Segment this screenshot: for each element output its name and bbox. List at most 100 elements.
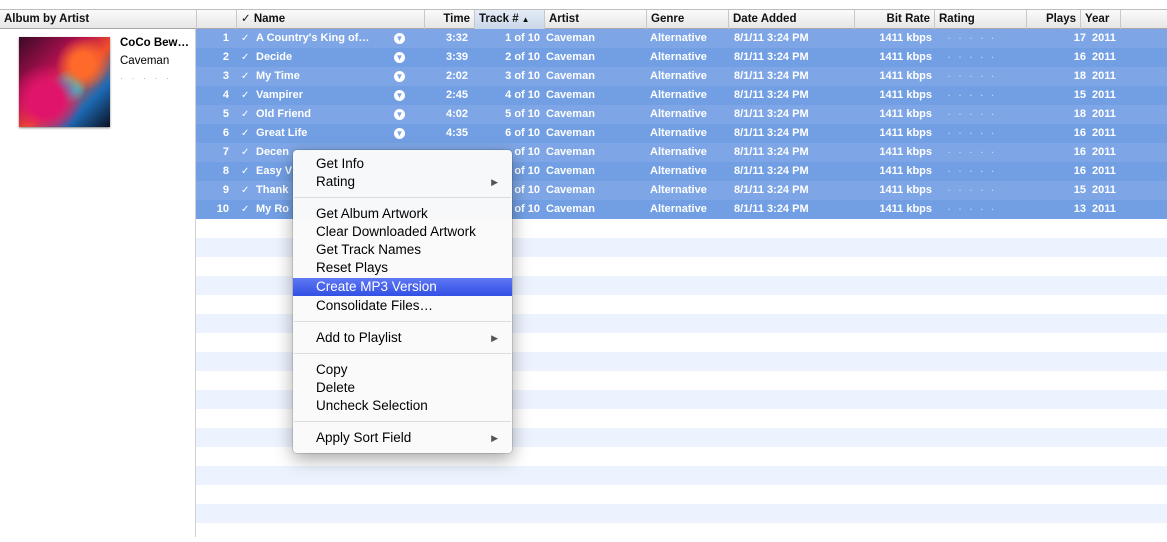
track-date-cell: 8/1/11 3:24 PM xyxy=(734,203,809,215)
track-row[interactable]: 3 ✓ My Time ▼ 2:02 3 of 10 Caveman Alternative 8… xyxy=(196,67,1167,86)
column-header-bar: Album by Artist ✓ Name Time Track # ▲ Art… xyxy=(0,9,1167,29)
menu-separator xyxy=(294,321,511,322)
menu-item-apply-sort-field-label: Apply Sort Field xyxy=(316,430,412,445)
column-year[interactable]: Year xyxy=(1080,10,1120,29)
column-track-number[interactable]: Track # ▲ xyxy=(474,10,544,29)
track-rating-cell[interactable]: · · · · · xyxy=(948,143,1028,162)
column-name-label: Name xyxy=(253,13,286,25)
track-time-cell: 4:35 xyxy=(445,127,468,139)
track-genre-cell: Alternative xyxy=(650,51,707,63)
track-rating-cell[interactable]: · · · · · xyxy=(948,67,1028,86)
track-date-cell: 8/1/11 3:24 PM xyxy=(734,184,809,196)
column-name[interactable]: ✓ Name xyxy=(236,10,424,29)
track-rating-cell[interactable]: · · · · · xyxy=(948,124,1028,143)
column-bit-rate[interactable]: Bit Rate xyxy=(854,10,934,29)
track-plays-cell: 15 xyxy=(1073,184,1086,196)
column-rating[interactable]: Rating xyxy=(934,10,1026,29)
track-check-icon[interactable]: ✓ xyxy=(241,143,253,162)
column-artist[interactable]: Artist xyxy=(544,10,646,29)
track-check-icon[interactable]: ✓ xyxy=(241,86,253,105)
menu-separator xyxy=(294,197,511,198)
track-genre-cell: Alternative xyxy=(650,165,707,177)
track-row[interactable]: 5 ✓ Old Friend ▼ 4:02 5 of 10 Caveman Alternati… xyxy=(196,105,1167,124)
track-genre-cell: Alternative xyxy=(650,70,707,82)
album-rating[interactable]: · · · · · xyxy=(120,73,172,83)
track-check-icon[interactable]: ✓ xyxy=(241,29,253,48)
album-title: CoCo Bew… xyxy=(120,37,189,49)
menu-item-reset-plays[interactable]: Reset Plays xyxy=(293,259,512,277)
track-check-icon[interactable]: ✓ xyxy=(241,105,253,124)
menu-item-uncheck-selection[interactable]: Uncheck Selection xyxy=(293,397,512,415)
track-check-icon[interactable]: ✓ xyxy=(241,124,253,143)
track-row[interactable]: 1 ✓ A Country's King of… ▼ 3:32 1 of 10 Cavema… xyxy=(196,29,1167,48)
menu-item-delete[interactable]: Delete xyxy=(293,379,512,397)
track-check-icon[interactable]: ✓ xyxy=(241,200,253,219)
track-name-cell: Decide xyxy=(256,51,293,63)
track-rating-cell[interactable]: · · · · · xyxy=(948,162,1028,181)
empty-row xyxy=(196,504,1167,523)
track-check-icon[interactable]: ✓ xyxy=(241,67,253,86)
track-rating-cell[interactable]: · · · · · xyxy=(948,48,1028,67)
track-menu-arrow-icon[interactable]: ▼ xyxy=(394,109,405,120)
column-genre[interactable]: Genre xyxy=(646,10,728,29)
track-rating-cell[interactable]: · · · · · xyxy=(948,200,1028,219)
track-year-cell: 2011 xyxy=(1092,51,1116,63)
track-check-icon[interactable]: ✓ xyxy=(241,181,253,200)
track-rating-cell[interactable]: · · · · · xyxy=(948,181,1028,200)
track-rating-cell[interactable]: · · · · · xyxy=(948,105,1028,124)
track-index-cell: 5 of 10 xyxy=(505,108,540,120)
menu-separator xyxy=(294,421,511,422)
track-plays-cell: 16 xyxy=(1073,146,1086,158)
menu-item-clear-downloaded-artwork[interactable]: Clear Downloaded Artwork xyxy=(293,223,512,241)
track-menu-arrow-icon[interactable]: ▼ xyxy=(394,128,405,139)
track-menu-arrow-icon[interactable]: ▼ xyxy=(394,90,405,101)
track-number-cell: 2 xyxy=(222,51,229,63)
album-artwork[interactable] xyxy=(19,37,110,127)
track-artist-cell: Caveman xyxy=(546,32,595,44)
track-time-cell: 3:39 xyxy=(445,51,468,63)
track-menu-arrow-icon[interactable]: ▼ xyxy=(394,52,405,63)
track-artist-cell: Caveman xyxy=(546,51,595,63)
track-year-cell: 2011 xyxy=(1092,165,1116,177)
track-year-cell: 2011 xyxy=(1092,184,1116,196)
column-time[interactable]: Time xyxy=(424,10,474,29)
track-rating-cell[interactable]: · · · · · xyxy=(948,29,1028,48)
column-plays[interactable]: Plays xyxy=(1026,10,1080,29)
menu-item-get-info[interactable]: Get Info xyxy=(293,155,512,173)
track-row[interactable]: 2 ✓ Decide ▼ 3:39 2 of 10 Caveman Alternative 8/… xyxy=(196,48,1167,67)
track-check-icon[interactable]: ✓ xyxy=(241,48,253,67)
track-plays-cell: 16 xyxy=(1073,127,1086,139)
track-artist-cell: Caveman xyxy=(546,108,595,120)
track-plays-cell: 15 xyxy=(1073,89,1086,101)
track-number-cell: 8 xyxy=(222,165,229,177)
track-plays-cell: 18 xyxy=(1073,108,1086,120)
track-rating-cell[interactable]: · · · · · xyxy=(948,86,1028,105)
track-year-cell: 2011 xyxy=(1092,108,1116,120)
track-menu-arrow-icon[interactable]: ▼ xyxy=(394,71,405,82)
menu-item-create-mp3-version[interactable]: Create MP3 Version xyxy=(293,278,512,296)
menu-item-rating[interactable]: Rating ▶ xyxy=(293,173,512,191)
track-row[interactable]: 4 ✓ Vampirer ▼ 2:45 4 of 10 Caveman Alternative… xyxy=(196,86,1167,105)
menu-item-apply-sort-field[interactable]: Apply Sort Field ▶ xyxy=(293,429,512,447)
track-number-cell: 6 xyxy=(222,127,229,139)
track-time-cell: 2:45 xyxy=(445,89,468,101)
sort-ascending-icon: ▲ xyxy=(521,15,530,24)
column-date-added[interactable]: Date Added xyxy=(728,10,854,29)
column-number[interactable] xyxy=(196,10,236,29)
track-plays-cell: 13 xyxy=(1073,203,1086,215)
menu-item-add-to-playlist[interactable]: Add to Playlist ▶ xyxy=(293,329,512,347)
menu-item-consolidate-files[interactable]: Consolidate Files… xyxy=(293,297,512,315)
track-number-cell: 9 xyxy=(222,184,229,196)
track-artist-cell: Caveman xyxy=(546,146,595,158)
menu-item-get-track-names[interactable]: Get Track Names xyxy=(293,241,512,259)
track-index-cell: 4 of 10 xyxy=(505,89,540,101)
menu-item-copy[interactable]: Copy xyxy=(293,361,512,379)
track-date-cell: 8/1/11 3:24 PM xyxy=(734,146,809,158)
menu-item-add-to-playlist-label: Add to Playlist xyxy=(316,330,402,345)
track-check-icon[interactable]: ✓ xyxy=(241,162,253,181)
track-bitrate-cell: 1411 kbps xyxy=(879,184,932,196)
column-album-by-artist[interactable]: Album by Artist xyxy=(0,10,196,29)
track-row[interactable]: 6 ✓ Great Life ▼ 4:35 6 of 10 Caveman Alternati… xyxy=(196,124,1167,143)
track-menu-arrow-icon[interactable]: ▼ xyxy=(394,33,405,44)
menu-item-get-album-artwork[interactable]: Get Album Artwork xyxy=(293,205,512,223)
